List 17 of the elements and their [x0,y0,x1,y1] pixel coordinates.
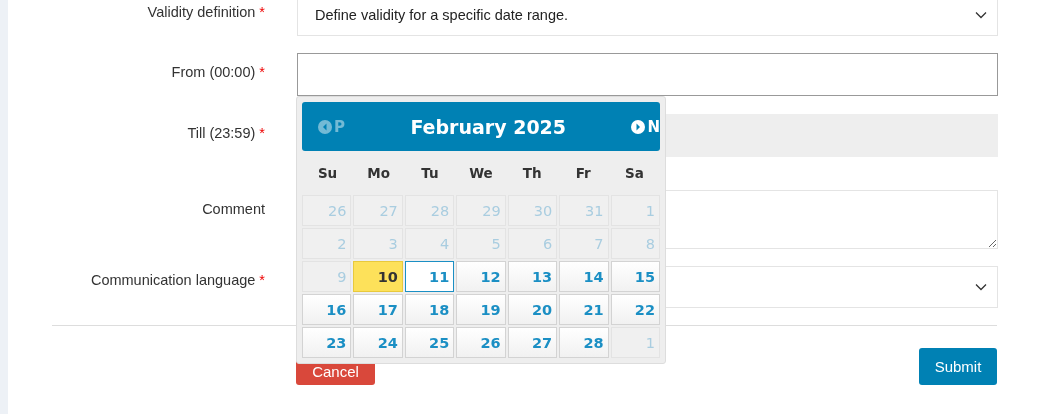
weekday-label: Fr [574,165,592,181]
field-label: Till (23:59) [187,125,256,141]
required-mark: * [259,125,265,141]
required-mark: * [259,4,265,20]
weekday-label: Th [521,165,543,181]
weekday-label: Su [316,165,339,181]
required-mark: * [259,64,265,80]
month-title: February 2025 [410,115,567,138]
weekday-label: We [468,165,494,181]
weekday-label: Tu [420,165,440,181]
field-label: Comment [202,201,265,217]
field-label: Validity definition [147,4,256,20]
weekday-label: Mo [366,165,392,181]
field-label: From (00:00) [171,64,256,80]
required-mark: * [259,272,265,288]
weekday-label: Sa [624,165,645,181]
field-label: Communication language [90,272,256,288]
